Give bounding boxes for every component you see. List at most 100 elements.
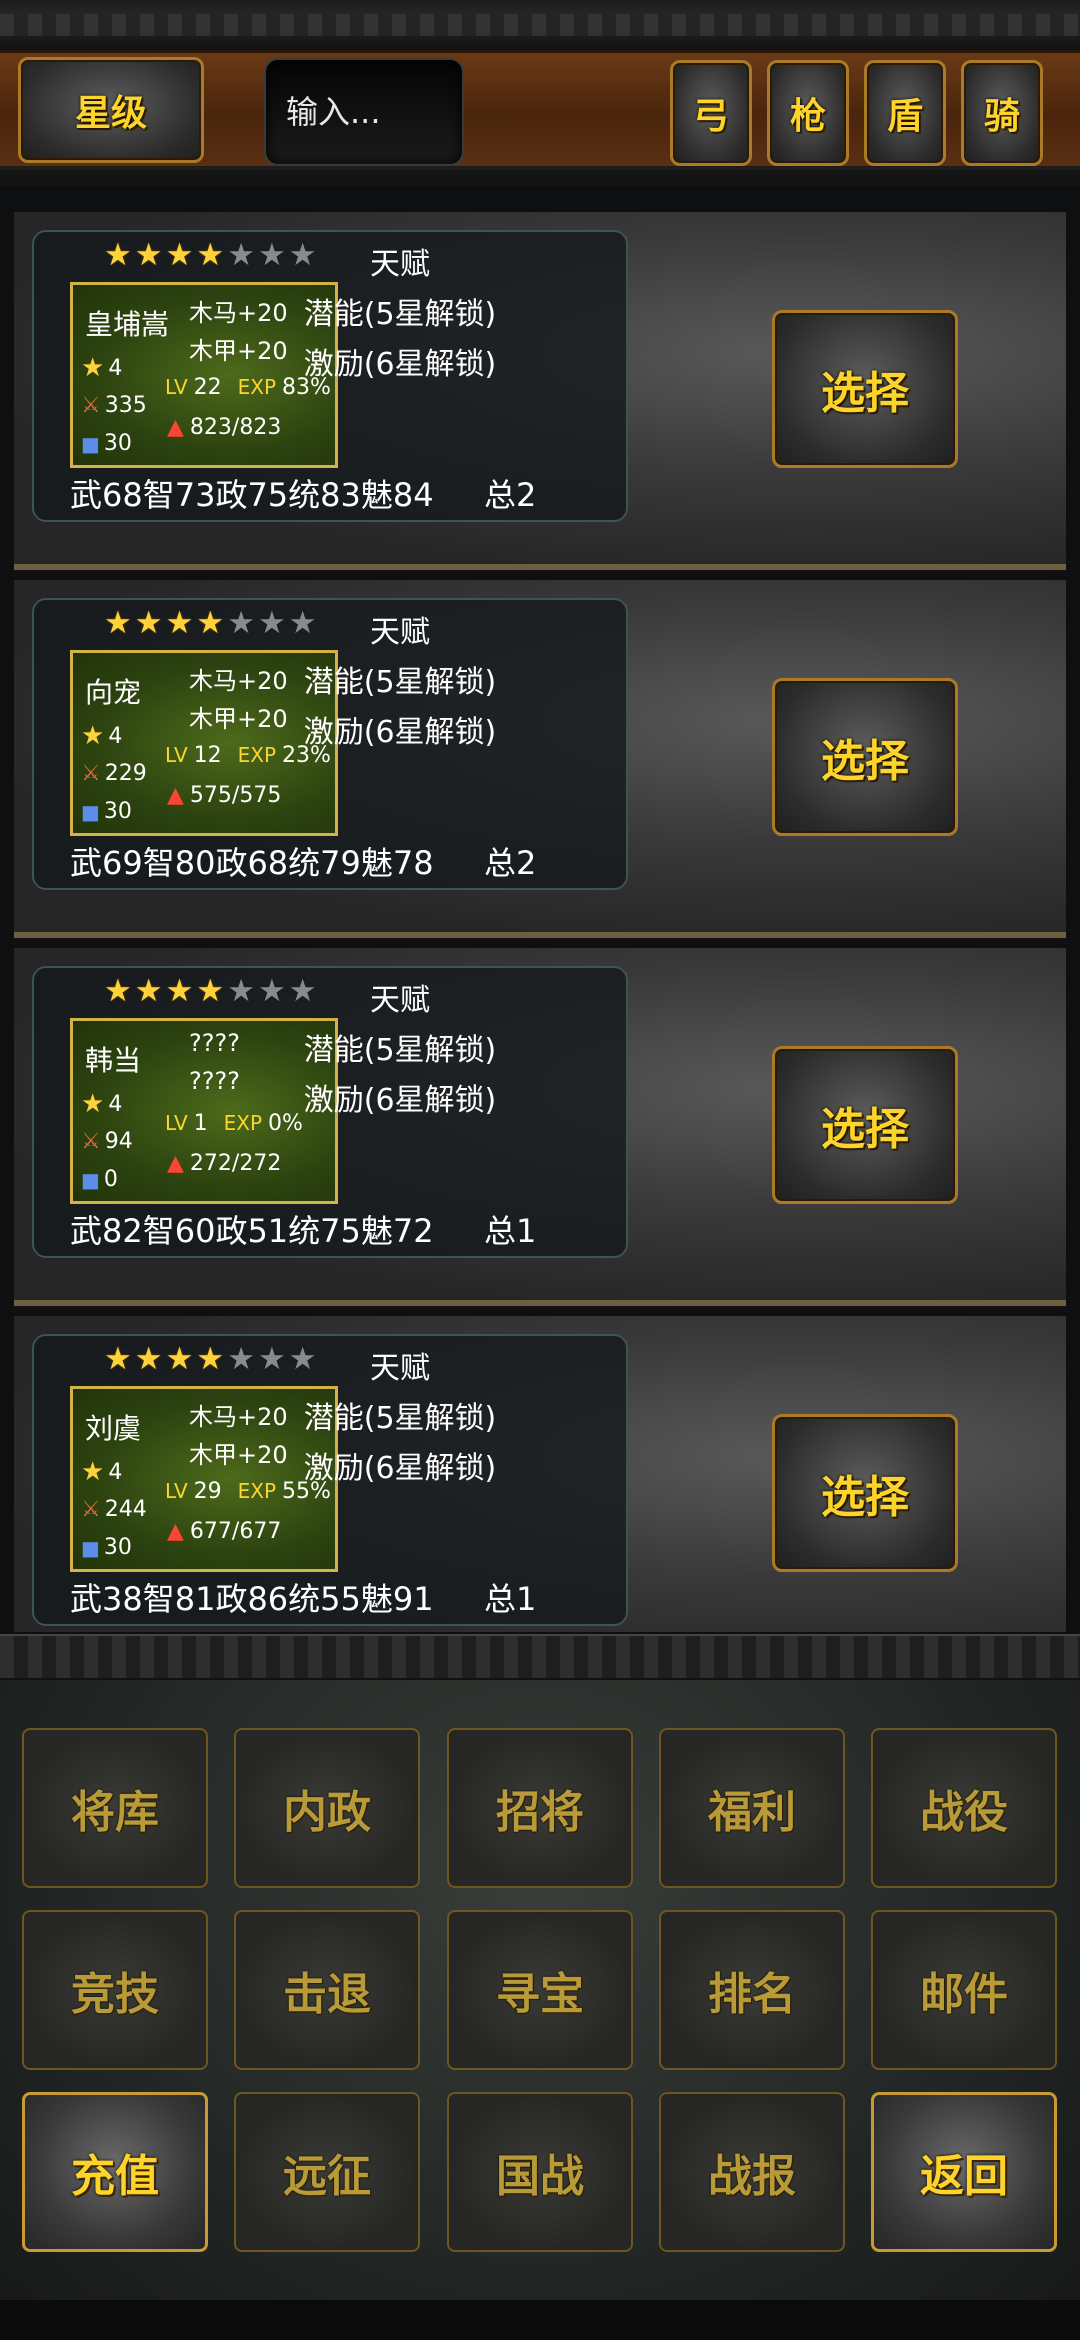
menu-button[interactable]: 福利 bbox=[659, 1728, 845, 1888]
general-list[interactable]: ★ ★ ★ ★ ★ ★ ★ 皇埔嵩 木马+20 木甲+20 ★ 4 ⚔ 335 ■ 30 LV 22 EXP 83% ▲… bbox=[14, 212, 1066, 1632]
star-filled-icon: ★ bbox=[165, 1341, 194, 1377]
flame-icon: ▲ bbox=[167, 1519, 184, 1544]
armor-icon: ■ bbox=[81, 799, 100, 824]
menu-button[interactable]: 击退 bbox=[234, 1910, 420, 2070]
star-empty-icon: ★ bbox=[227, 237, 255, 273]
menu-button[interactable]: 远征 bbox=[234, 2092, 420, 2252]
star-empty-icon: ★ bbox=[257, 605, 286, 641]
total-value: 总1 bbox=[484, 1580, 537, 1618]
talent-info: 天赋 潜能(5星解锁) 激励(6星解锁) bbox=[290, 976, 510, 1126]
star-icon: ★ bbox=[81, 1089, 105, 1119]
attack-stat: ⚔ 335 bbox=[81, 393, 147, 418]
flame-icon: ▲ bbox=[167, 783, 184, 808]
bonus-horse: 木马+20 bbox=[189, 667, 288, 695]
armor-icon: ■ bbox=[81, 1535, 100, 1560]
menu-button[interactable]: 返回 bbox=[871, 2092, 1057, 2252]
talent-info: 天赋潜能(5星解锁) 激励(6星解锁) bbox=[290, 1344, 510, 1494]
star-icon: ★ bbox=[81, 721, 105, 751]
select-button[interactable]: 选择 bbox=[772, 310, 958, 468]
flame-icon: ▲ bbox=[167, 1151, 184, 1176]
menu-button[interactable]: 邮件 bbox=[871, 1910, 1057, 2070]
hp-stat: ▲ 575/575 bbox=[167, 783, 282, 808]
bonus-armor: ???? bbox=[189, 1067, 240, 1095]
talent-inspire: 激励(6星解锁) bbox=[303, 1451, 497, 1486]
bonus-armor: 木甲+20 bbox=[189, 705, 288, 733]
talent-potential: 潜能(5星解锁) bbox=[303, 297, 497, 332]
talent-title: 天赋 bbox=[370, 247, 430, 282]
general-card: ★ ★ ★ ★ ★ ★ ★ 皇埔嵩 木马+20 木甲+20 ★ 4 ⚔ 335 ■ 30 LV 22 EXP 83% ▲… bbox=[14, 212, 1066, 576]
general-card: ★ ★ ★ ★ ★ ★ ★ 向宠 木马+20 木甲+20 ★ 4 ⚔ 229 ■ 30 LV 12 EXP 23% ▲ 5… bbox=[14, 580, 1066, 944]
star-rating: ★ ★ ★ ★ ★ ★ ★ bbox=[104, 240, 317, 271]
menu-button[interactable]: 国战 bbox=[447, 2092, 633, 2252]
star-level-button[interactable]: 星级 bbox=[18, 57, 204, 163]
bonus-horse: 木马+20 bbox=[189, 299, 288, 327]
defense-stat: ■ 0 bbox=[81, 1167, 118, 1192]
general-info-panel: ★ ★ ★ ★ ★ ★ ★ 韩当???????? ★ 4 ⚔ 94 ■ 0 LV 1 EXP 0% ▲ 272/272… bbox=[32, 966, 628, 1258]
star-icon: ★ bbox=[81, 353, 105, 383]
talent-title: 天赋 bbox=[370, 983, 430, 1018]
menu-button[interactable]: 排名 bbox=[659, 1910, 845, 2070]
search-input[interactable] bbox=[266, 60, 462, 164]
attribute-stats: 武38智81政86统55魅91 bbox=[70, 1580, 434, 1618]
attack-stat: ⚔ 244 bbox=[81, 1497, 147, 1522]
general-card: ★ ★ ★ ★ ★ ★ ★ 刘虞 木马+20 木甲+20 ★ 4 ⚔ 244 ■ 30 LV 29 EXP 55% ▲ 6… bbox=[14, 1316, 1066, 1632]
star-level-stat: ★ 4 bbox=[81, 1089, 123, 1119]
bonus-armor: 木甲+20 bbox=[189, 337, 288, 365]
star-filled-icon: ★ bbox=[104, 973, 132, 1009]
star-filled-icon: ★ bbox=[165, 237, 194, 273]
menu-button[interactable]: 战报 bbox=[659, 2092, 845, 2252]
menu-button[interactable]: 寻宝 bbox=[447, 1910, 633, 2070]
star-filled-icon: ★ bbox=[104, 237, 132, 273]
talent-info: 天赋 潜能(5星解锁) 激励(6星解锁) bbox=[290, 608, 510, 758]
talent-inspire: 激励(6星解锁) bbox=[303, 715, 497, 750]
star-level-stat: ★ 4 bbox=[81, 1457, 123, 1487]
attack-stat: ⚔ 229 bbox=[81, 761, 147, 786]
search-box[interactable] bbox=[264, 58, 464, 166]
star-filled-icon: ★ bbox=[134, 237, 163, 273]
bow-filter-button[interactable]: 弓 bbox=[670, 60, 752, 166]
armor-icon: ■ bbox=[81, 431, 100, 456]
general-info-panel: ★ ★ ★ ★ ★ ★ ★ 向宠 木马+20 木甲+20 ★ 4 ⚔ 229 ■ 30 LV 12 EXP 23% ▲ 5… bbox=[32, 598, 628, 890]
general-name: 韩当 bbox=[85, 1044, 142, 1077]
hp-stat: ▲ 677/677 bbox=[167, 1519, 282, 1544]
level-exp: LV 1 EXP 0% bbox=[165, 1111, 303, 1136]
star-icon: ★ bbox=[81, 1457, 105, 1487]
flame-icon: ▲ bbox=[167, 415, 184, 440]
defense-stat: ■ 30 bbox=[81, 799, 132, 824]
defense-stat: ■ 30 bbox=[81, 431, 132, 456]
talent-potential: 潜能(5星解锁) bbox=[303, 1401, 497, 1436]
star-filled-icon: ★ bbox=[165, 605, 194, 641]
star-empty-icon: ★ bbox=[227, 973, 255, 1009]
menu-button[interactable]: 将库 bbox=[22, 1728, 208, 1888]
select-button[interactable]: 选择 bbox=[772, 1414, 958, 1572]
general-card: ★ ★ ★ ★ ★ ★ ★ 韩当???????? ★ 4 ⚔ 94 ■ 0 LV 1 EXP 0% ▲ 272/272… bbox=[14, 948, 1066, 1312]
star-filled-icon: ★ bbox=[104, 1341, 132, 1377]
bottom-divider bbox=[0, 1634, 1080, 1680]
menu-button[interactable]: 招将 bbox=[447, 1728, 633, 1888]
star-level-stat: ★ 4 bbox=[81, 721, 123, 751]
menu-button[interactable]: 内政 bbox=[234, 1728, 420, 1888]
general-name: 皇埔嵩 bbox=[85, 308, 170, 341]
cavalry-filter-button[interactable]: 骑 bbox=[961, 60, 1043, 166]
star-rating: ★ ★ ★ ★ ★ ★ ★ bbox=[104, 976, 317, 1007]
select-button[interactable]: 选择 bbox=[772, 678, 958, 836]
talent-potential: 潜能(5星解锁) bbox=[303, 665, 497, 700]
star-empty-icon: ★ bbox=[227, 1341, 255, 1377]
general-name: 向宠 bbox=[85, 676, 142, 709]
star-rating: ★ ★ ★ ★ ★ ★ ★ bbox=[104, 608, 317, 639]
talent-title: 天赋 bbox=[370, 1351, 430, 1386]
select-button[interactable]: 选择 bbox=[772, 1046, 958, 1204]
sword-icon: ⚔ bbox=[81, 1129, 101, 1154]
menu-button[interactable]: 战役 bbox=[871, 1728, 1057, 1888]
total-value: 总1 bbox=[484, 1212, 537, 1250]
star-filled-icon: ★ bbox=[134, 605, 163, 641]
star-filled-icon: ★ bbox=[104, 605, 132, 641]
bonus-horse: 木马+20 bbox=[189, 1403, 288, 1431]
star-filled-icon: ★ bbox=[165, 973, 194, 1009]
menu-button[interactable]: 竞技 bbox=[22, 1910, 208, 2070]
shield-filter-button[interactable]: 盾 bbox=[864, 60, 946, 166]
attribute-stats: 武82智60政51统75魅72 bbox=[70, 1212, 434, 1250]
talent-info: 天赋 潜能(5星解锁) 激励(6星解锁) bbox=[290, 240, 510, 390]
menu-button[interactable]: 充值 bbox=[22, 2092, 208, 2252]
spear-filter-button[interactable]: 枪 bbox=[767, 60, 849, 166]
